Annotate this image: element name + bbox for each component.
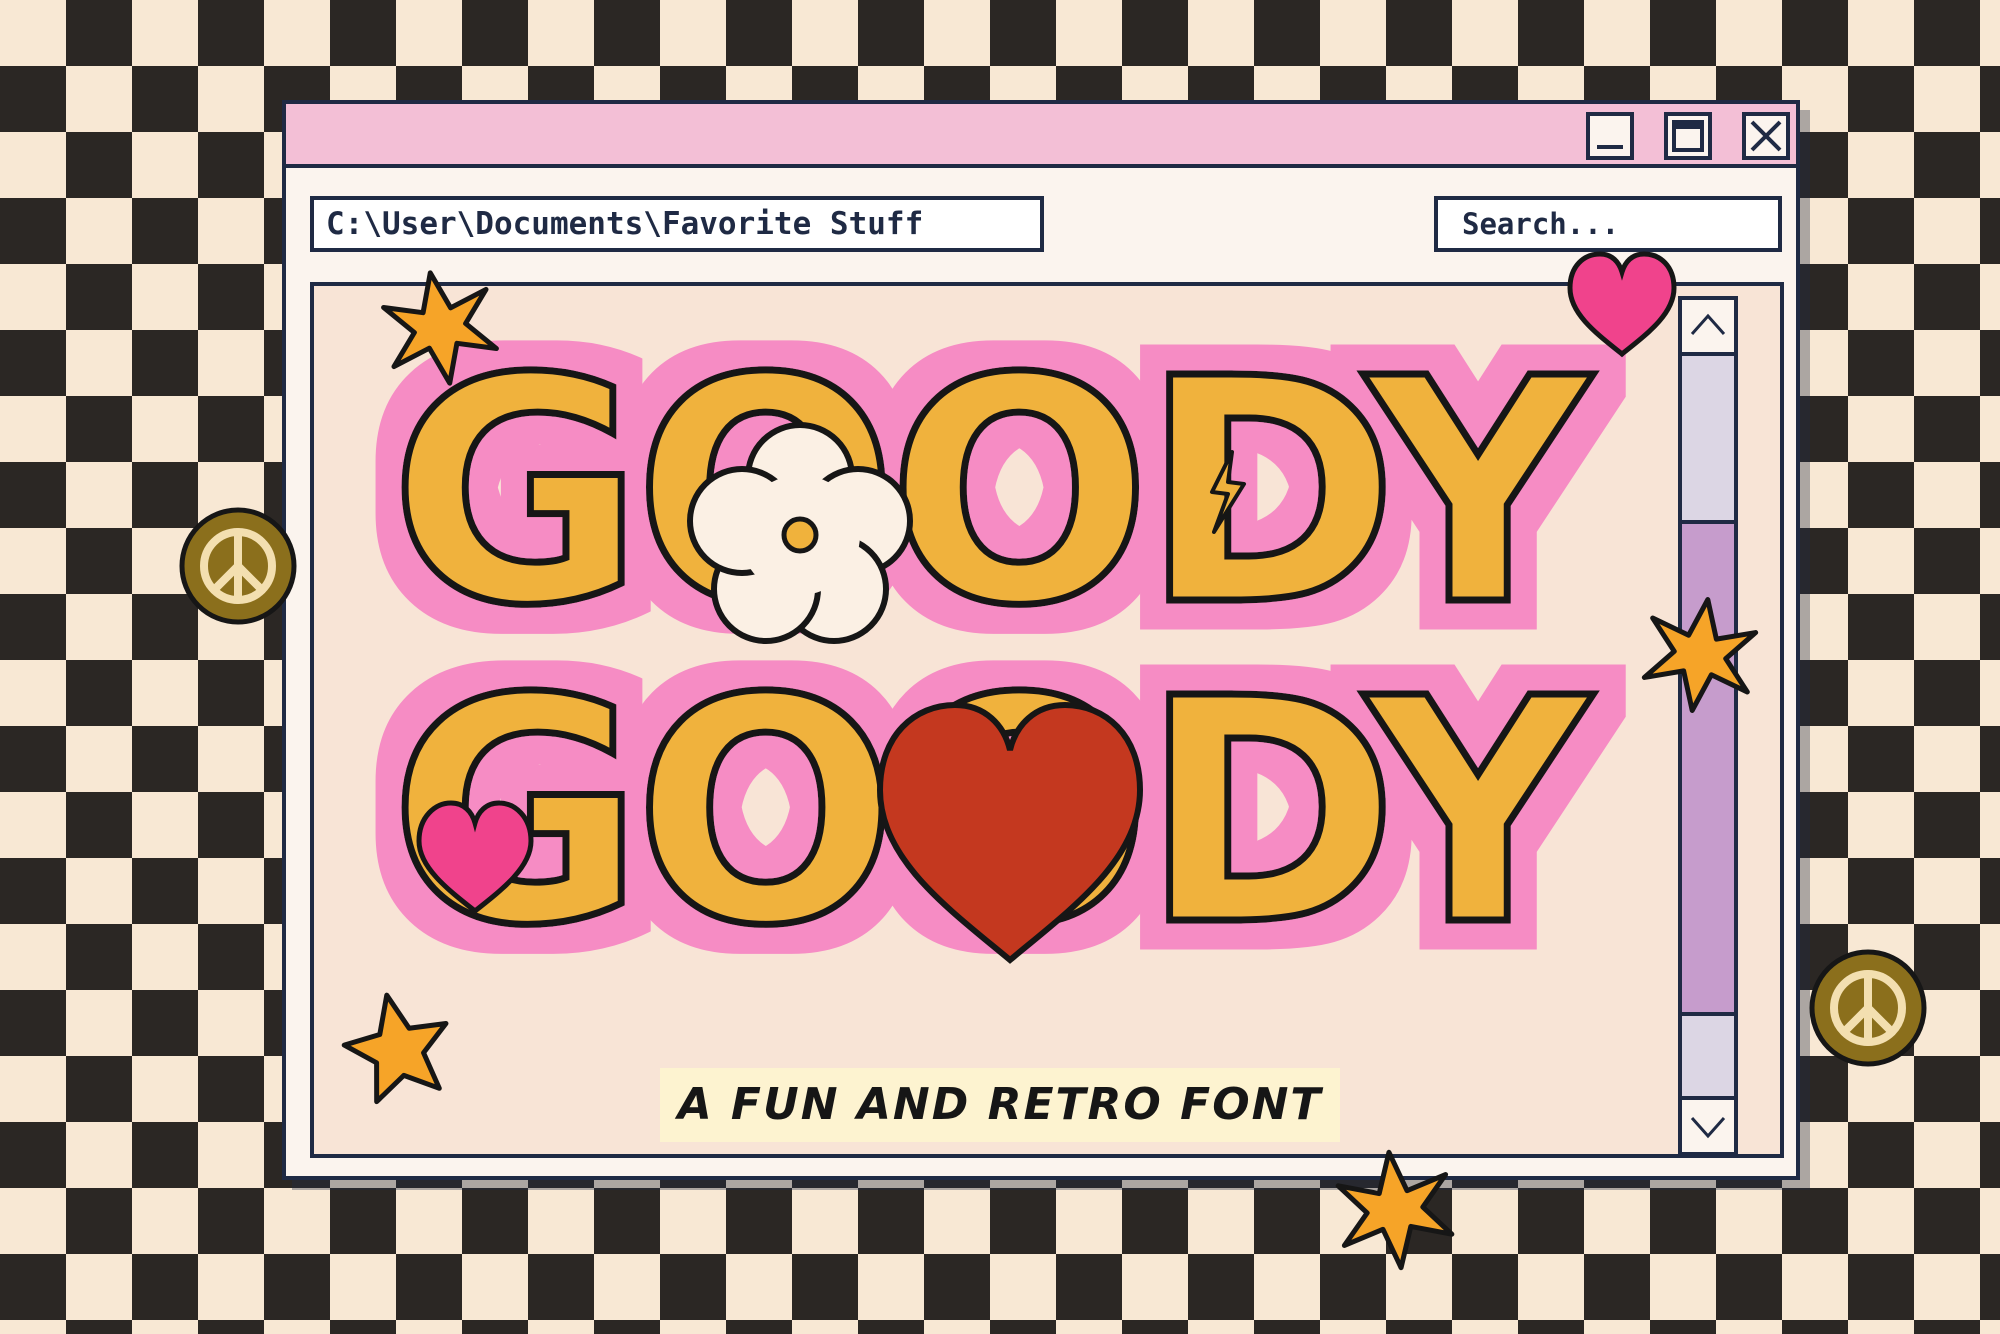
heart-icon — [416, 800, 534, 915]
peace-sign-icon — [179, 507, 297, 625]
star-icon — [381, 270, 499, 386]
tagline: A FUN AND RETRO FONT — [660, 1068, 1340, 1142]
star-icon — [1641, 597, 1759, 713]
star-icon — [341, 992, 449, 1105]
heart-icon — [1567, 251, 1677, 358]
star-icon — [1335, 1149, 1455, 1271]
peace-sign-icon — [1809, 949, 1927, 1067]
